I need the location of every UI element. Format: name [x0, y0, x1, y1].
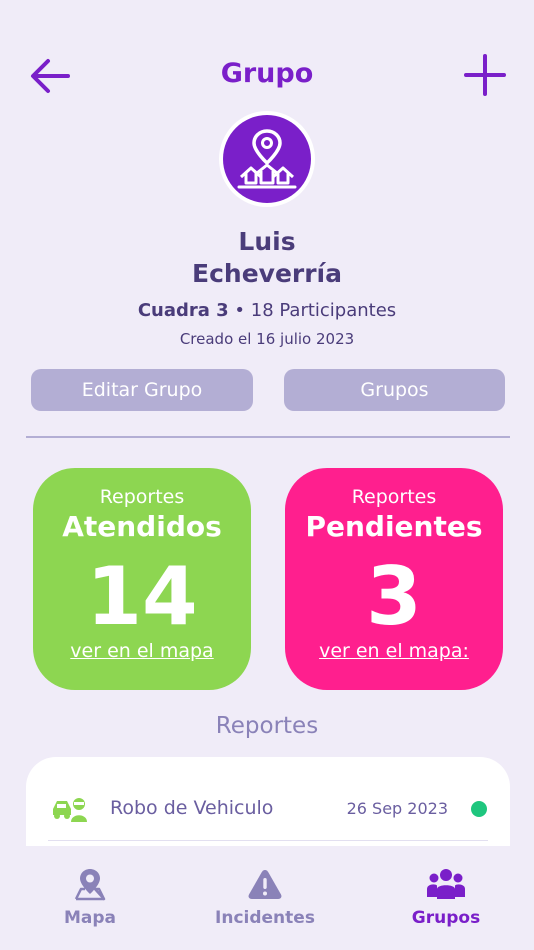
group-name-line2: Echeverría — [192, 259, 342, 288]
add-button[interactable] — [462, 52, 508, 98]
nav-item-grupos[interactable]: Grupos — [366, 866, 526, 928]
pending-card-title: Pendientes — [305, 510, 483, 543]
divider — [26, 436, 510, 438]
attended-card-title: Atendidos — [62, 510, 222, 543]
nav-item-incidentes[interactable]: Incidentes — [185, 866, 345, 928]
map-pin-icon — [74, 869, 106, 901]
attended-count: 14 — [86, 550, 198, 643]
group-block: Cuadra 3 — [137, 300, 229, 321]
nav-label-incidentes: Incidentes — [215, 908, 315, 928]
neighborhood-pin-icon — [237, 129, 297, 189]
pending-count: 3 — [366, 550, 422, 643]
pending-card-caption: Reportes — [351, 486, 437, 508]
group-name-line1: Luis — [238, 227, 296, 256]
header: Grupo — [0, 40, 534, 110]
group-participants: 18 Participantes — [250, 300, 397, 321]
nav-label-grupos: Grupos — [411, 908, 481, 928]
attended-card-caption: Reportes — [99, 486, 185, 508]
nav-item-mapa[interactable]: Mapa — [10, 866, 170, 928]
list-item[interactable]: Robo de Vehiculo 26 Sep 2023 — [26, 787, 510, 831]
group-avatar — [219, 111, 315, 207]
edit-group-button[interactable]: Editar Grupo — [31, 369, 253, 411]
plus-icon — [464, 54, 506, 96]
bottom-nav: Mapa Incidentes Grupos — [0, 846, 534, 950]
page-title: Grupo — [220, 58, 314, 89]
group-created-date: Creado el 16 julio 2023 — [179, 330, 355, 348]
row-separator — [48, 840, 488, 841]
people-icon — [427, 869, 465, 899]
report-date: 26 Sep 2023 — [346, 799, 448, 818]
warning-icon — [248, 870, 282, 899]
report-title: Robo de Vehiculo — [110, 797, 274, 819]
group-name: Luis Echeverría — [0, 226, 534, 290]
reports-section-title: Reportes — [215, 713, 319, 739]
meta-separator: • — [228, 300, 251, 321]
group-meta: Cuadra 3 • 18 Participantes — [0, 300, 534, 321]
report-status-dot — [471, 801, 487, 817]
pending-reports-card[interactable]: Reportes Pendientes 3 ver en el mapa: — [285, 468, 503, 690]
car-thief-icon — [51, 795, 89, 823]
attended-reports-card[interactable]: Reportes Atendidos 14 ver en el mapa — [33, 468, 251, 690]
attended-map-link[interactable]: ver en el mapa — [33, 640, 251, 662]
pending-map-link[interactable]: ver en el mapa: — [285, 640, 503, 662]
nav-label-mapa: Mapa — [63, 908, 117, 928]
groups-button[interactable]: Grupos — [284, 369, 505, 411]
